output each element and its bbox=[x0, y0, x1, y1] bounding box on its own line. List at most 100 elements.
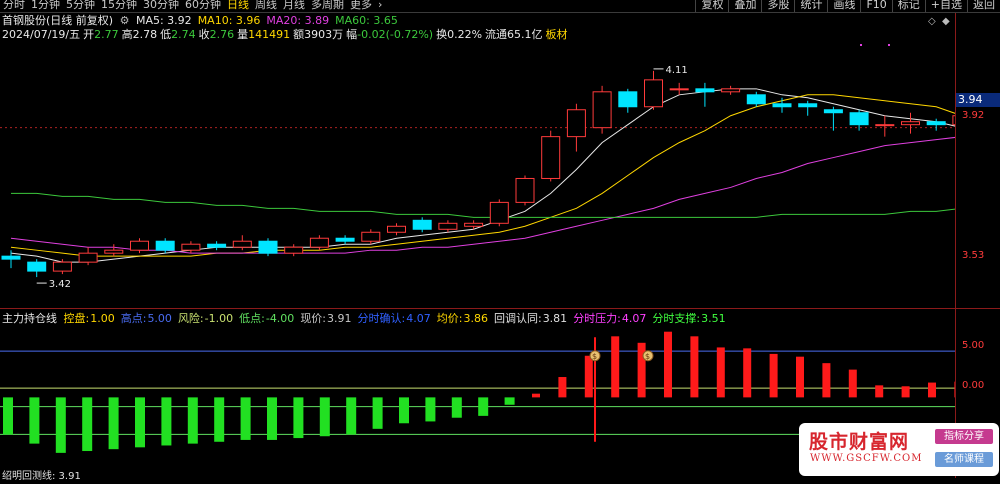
indicator-bar bbox=[399, 397, 409, 424]
indicator-bar bbox=[135, 397, 145, 448]
toolbar-button[interactable]: 复权 bbox=[695, 0, 728, 12]
candle[interactable] bbox=[130, 238, 149, 254]
toolbar-button[interactable]: 标记 bbox=[891, 0, 925, 12]
toolbar-button[interactable]: 画线 bbox=[827, 0, 860, 12]
candle[interactable] bbox=[335, 235, 355, 245]
indicator-bar bbox=[267, 397, 277, 440]
toolbar-button[interactable]: 多股 bbox=[761, 0, 794, 12]
period-tab[interactable]: 多周期 bbox=[308, 0, 347, 12]
indicator-bar bbox=[55, 397, 66, 453]
candle[interactable] bbox=[27, 259, 47, 278]
indicator-bar bbox=[108, 397, 119, 450]
toolbar-button[interactable]: 叠加 bbox=[728, 0, 761, 12]
stock-title[interactable]: 首钢股份(日线 前复权) bbox=[2, 14, 113, 27]
candle[interactable] bbox=[78, 247, 98, 266]
watermark-logo: 股市财富网 WWW.GSCFW.COM 指标分享 名师课程 bbox=[799, 423, 999, 476]
toolbar-button[interactable]: F10 bbox=[860, 0, 891, 12]
indicator-bar bbox=[82, 397, 93, 452]
indicator-item: 控盘:1.00 bbox=[64, 312, 118, 325]
toolbar-button[interactable]: 统计 bbox=[794, 0, 827, 12]
candle[interactable] bbox=[541, 130, 561, 182]
candle-body bbox=[335, 237, 355, 242]
candle[interactable] bbox=[592, 85, 612, 134]
candlestick-chart[interactable]: 4.11 3.42 bbox=[0, 40, 955, 308]
candle-body bbox=[849, 112, 869, 126]
period-tab[interactable]: 日线 bbox=[224, 0, 252, 12]
watermark-tag: 名师课程 bbox=[935, 452, 993, 467]
period-tab[interactable]: 30分钟 bbox=[140, 0, 182, 12]
indicator-name[interactable]: 主力持仓线 bbox=[2, 312, 57, 325]
candle[interactable] bbox=[438, 220, 458, 233]
candle[interactable] bbox=[566, 103, 586, 152]
panel-separator bbox=[0, 308, 1000, 309]
indicator-label: 回调认同: bbox=[493, 312, 542, 325]
indicator-bar bbox=[769, 353, 778, 398]
period-tab[interactable]: 60分钟 bbox=[182, 0, 224, 12]
candle[interactable] bbox=[901, 112, 920, 134]
period-tab[interactable]: 周线 bbox=[252, 0, 280, 12]
candle[interactable] bbox=[361, 229, 381, 245]
candle[interactable] bbox=[464, 220, 484, 230]
candle[interactable] bbox=[644, 70, 663, 110]
candle-body bbox=[926, 121, 946, 126]
candle[interactable] bbox=[798, 100, 818, 116]
diamond-icon[interactable]: ◆ bbox=[942, 16, 950, 27]
candle[interactable] bbox=[258, 238, 278, 257]
indicator-item: 回调认同:3.81 bbox=[494, 312, 570, 325]
candle[interactable] bbox=[284, 244, 304, 257]
indicator-value: 4.07 bbox=[621, 312, 647, 325]
indicator-value: 5.00 bbox=[147, 312, 172, 325]
candle[interactable] bbox=[746, 91, 766, 107]
candle-body bbox=[901, 121, 920, 126]
candle-body bbox=[746, 94, 766, 105]
candle[interactable] bbox=[104, 244, 124, 257]
candle-body bbox=[592, 91, 612, 129]
candle[interactable] bbox=[823, 106, 843, 131]
period-tab[interactable]: 分时 bbox=[0, 0, 28, 12]
candle-body bbox=[258, 240, 278, 254]
candle[interactable] bbox=[695, 82, 715, 107]
indicator-bar bbox=[690, 336, 699, 398]
candle[interactable] bbox=[207, 241, 227, 251]
toolbar-button[interactable]: 返回 bbox=[967, 0, 1000, 12]
candle[interactable] bbox=[387, 223, 406, 236]
candle[interactable] bbox=[875, 115, 895, 137]
period-tab[interactable]: 5分钟 bbox=[63, 0, 98, 12]
candle[interactable] bbox=[721, 85, 741, 95]
candle-body bbox=[823, 109, 843, 114]
candle[interactable] bbox=[309, 235, 329, 251]
period-tab[interactable]: 更多 bbox=[347, 0, 375, 12]
chevron-right-icon[interactable]: › bbox=[375, 0, 385, 12]
candle[interactable] bbox=[232, 235, 252, 251]
period-tab[interactable]: 月线 bbox=[280, 0, 308, 12]
candle[interactable] bbox=[669, 82, 689, 95]
candle[interactable] bbox=[52, 259, 72, 275]
indicator-value: 4.07 bbox=[406, 312, 431, 325]
indicator-bar bbox=[584, 355, 593, 398]
toolbar-button[interactable]: +自选 bbox=[924, 0, 967, 12]
candle-body bbox=[644, 79, 663, 108]
candle[interactable] bbox=[515, 175, 535, 206]
indicator-bar bbox=[346, 397, 357, 435]
candle[interactable] bbox=[489, 199, 509, 227]
candle-body bbox=[412, 219, 432, 230]
stock-header: 首钢股份(日线 前复权) ⚙ MA5: 3.92 MA10: 3.96 MA20: … bbox=[2, 14, 407, 28]
indicator-item: 现价:3.91 bbox=[300, 312, 354, 325]
indicator-bar bbox=[214, 397, 225, 442]
diamond-icon[interactable]: ◇ bbox=[928, 16, 936, 27]
candle-body bbox=[130, 240, 149, 251]
candle[interactable] bbox=[772, 97, 792, 113]
ma-line-ma5 bbox=[10, 88, 955, 263]
gear-icon[interactable]: ⚙ bbox=[120, 14, 130, 27]
watermark-url: WWW.GSCFW.COM bbox=[810, 453, 923, 464]
period-tab[interactable]: 15分钟 bbox=[98, 0, 140, 12]
candle[interactable] bbox=[1, 250, 21, 269]
candle-body bbox=[27, 261, 47, 272]
indicator-bar bbox=[319, 397, 330, 437]
indicator-bar bbox=[372, 397, 383, 429]
candle-body bbox=[309, 237, 329, 248]
high-mark: 4.11 bbox=[666, 65, 688, 76]
candle[interactable] bbox=[618, 88, 638, 113]
candle[interactable] bbox=[412, 217, 432, 233]
period-tab[interactable]: 1分钟 bbox=[28, 0, 63, 12]
